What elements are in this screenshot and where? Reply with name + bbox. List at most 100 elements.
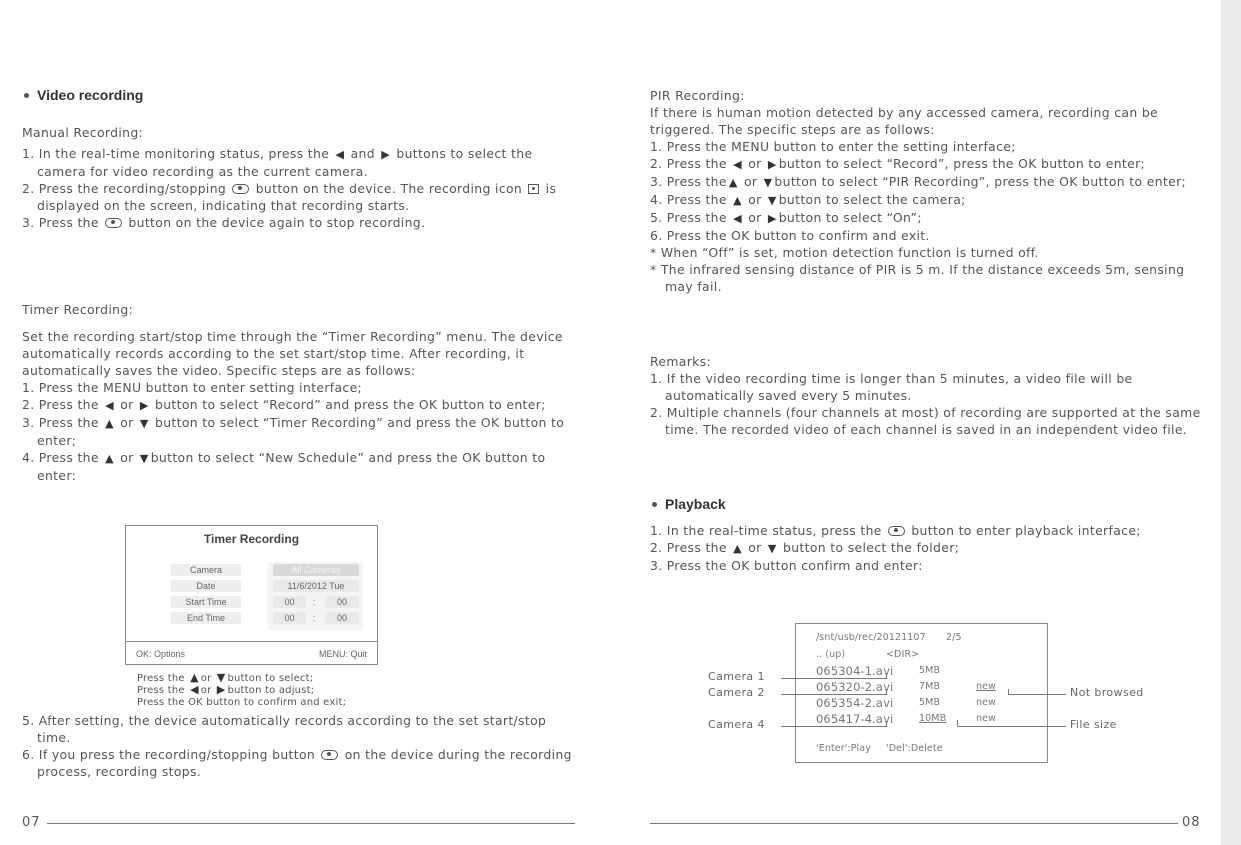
text: button to select the camera; <box>778 192 966 207</box>
up-arrow-icon: ▲ <box>733 542 742 555</box>
text: 6. Press the OK button to confirm and ex… <box>650 228 930 243</box>
footer-rule <box>47 823 575 824</box>
text: button on the device. The recording icon <box>251 181 527 196</box>
text: or <box>743 210 766 225</box>
down-arrow-icon: ▼ <box>763 176 773 189</box>
end-hour-field[interactable]: 00 <box>273 612 306 624</box>
text: button to select “On”; <box>778 210 922 225</box>
list-item: 4. Press the ▲ or ▼ button to select “New… <box>22 449 578 484</box>
remarks-list: 1. If the video recording time is longer… <box>650 370 1206 438</box>
left-arrow-icon: ◀ <box>733 212 742 225</box>
callout-camera-2: Camera 2 <box>708 686 765 699</box>
label-camera: Camera <box>171 564 241 576</box>
camera-select[interactable]: All Cameras <box>273 564 359 576</box>
left-arrow-icon: ◀ <box>335 148 345 161</box>
text: 4. Press the <box>22 450 104 465</box>
list-item: 6. If you press the recording/stopping b… <box>22 746 578 780</box>
file-row[interactable]: 065304-1.avi <box>816 664 893 678</box>
right-arrow-icon: ▶ <box>381 148 391 161</box>
up-arrow-icon: ▲ <box>728 176 738 189</box>
dialog-notes: Press the ▲ or ▼ button to select; Press th… <box>137 672 346 708</box>
right-page: PIR Recording: If there is human motion … <box>650 87 1206 574</box>
callout-file-size: File size <box>1070 718 1117 731</box>
footer-rule <box>650 823 1178 824</box>
timer-steps: 1. Press the MENU button to enter settin… <box>22 379 578 484</box>
time-separator: : <box>312 597 316 607</box>
file-size: 5MB <box>919 697 941 708</box>
start-minute-field[interactable]: 00 <box>325 596 359 608</box>
text: 2. Multiple channels (four channels at m… <box>650 405 1201 437</box>
file-row[interactable]: 065320-2.avi <box>816 680 893 694</box>
callout-not-browsed: Not browsed <box>1070 686 1144 699</box>
right-arrow-icon: ▶ <box>139 399 149 412</box>
playback-file-list: /snt/usb/rec/20121107 2/5 .. (up) <DIR> … <box>795 623 1048 763</box>
date-field[interactable]: 11/6/2012 Tue <box>273 580 359 592</box>
text: button on the device again to stop recor… <box>124 215 426 230</box>
leader-line <box>781 726 887 727</box>
leader-line <box>781 694 887 695</box>
text: button to adjust; <box>227 685 315 696</box>
list-item: 2. Press the recording/stopping button o… <box>22 180 578 214</box>
list-item: 3. Press the ▲ or ▼ button to select “PIR … <box>650 173 1206 191</box>
list-item: 2. Press the ◀ or ▶ button to select “Rec… <box>650 155 1206 173</box>
page-number-left: 07 <box>22 815 41 830</box>
pir-intro: If there is human motion detected by any… <box>650 105 1159 137</box>
right-arrow-icon: ▶ <box>216 683 226 697</box>
playback-button-icon <box>888 525 906 536</box>
text: 1. In the real-time status, press the <box>650 523 887 538</box>
leader-line <box>886 689 887 695</box>
page-number-right: 08 <box>1182 815 1201 830</box>
up-entry[interactable]: .. (up) <box>816 649 845 660</box>
leader-line <box>781 678 887 679</box>
text: Press the <box>137 672 189 684</box>
page-gutter <box>1221 0 1241 845</box>
file-size: 5MB <box>919 665 941 676</box>
file-row[interactable]: 065417-4.avi <box>816 712 893 726</box>
left-page: Video recording Manual Recording: 1. In … <box>22 87 578 484</box>
text: 2. Press the <box>650 540 732 555</box>
text: * The infrared sensing distance of PIR i… <box>650 262 1185 294</box>
text: or <box>743 192 766 207</box>
text: or <box>739 174 762 189</box>
down-arrow-icon: ▼ <box>767 542 777 555</box>
text: 1. If the video recording time is longer… <box>650 371 1133 403</box>
file-row[interactable]: 065354-2.avi <box>816 696 893 710</box>
record-button-icon <box>105 217 123 228</box>
page-indicator: 2/5 <box>946 632 962 643</box>
timer-intro: Set the recording start/stop time throug… <box>22 329 563 378</box>
section-title-video-recording: Video recording <box>22 87 578 104</box>
list-item: 2. Press the ◀ or ▶ button to select “Re… <box>22 396 578 414</box>
text: 6. If you press the recording/stopping b… <box>22 747 320 762</box>
dir-tag: <DIR> <box>886 649 920 660</box>
file-status: new <box>976 681 996 692</box>
callout-camera-4: Camera 4 <box>708 718 765 731</box>
text: 5. After setting, the device automatical… <box>22 713 547 745</box>
file-status: new <box>976 713 996 724</box>
down-arrow-icon: ▼ <box>767 194 777 207</box>
text: * When “Off” is set, motion detection fu… <box>650 245 1039 260</box>
list-item: 1. Press the MENU button to enter settin… <box>22 379 578 396</box>
label-end-time: End Time <box>171 612 241 624</box>
text: button to select “PIR Recording”, press … <box>774 174 1187 189</box>
text: or <box>743 540 766 555</box>
down-arrow-icon: ▼ <box>139 417 149 430</box>
text: 2. Press the <box>22 397 104 412</box>
callout-camera-1: Camera 1 <box>708 670 765 683</box>
text: or <box>115 415 138 430</box>
text: 3. Press the <box>22 415 104 430</box>
divider <box>126 641 377 642</box>
list-item: 1. Press the MENU button to enter the se… <box>650 138 1206 155</box>
start-hour-field[interactable]: 00 <box>273 596 306 608</box>
label-start-time: Start Time <box>171 596 241 608</box>
text: or <box>200 685 215 696</box>
list-item: 3. Press the OK button confirm and enter… <box>650 557 1206 574</box>
record-button-icon <box>321 749 339 760</box>
right-arrow-icon: ▶ <box>767 212 777 225</box>
list-item: 2. Multiple channels (four channels at m… <box>650 404 1206 438</box>
text: button to select “Record” and press the … <box>150 397 546 412</box>
leader-line <box>886 721 887 727</box>
list-item: Press the OK button to confirm and exit; <box>137 697 346 709</box>
end-minute-field[interactable]: 00 <box>325 612 359 624</box>
text: or <box>115 397 138 412</box>
list-item: 3. Press the ▲ or ▼ button to select “Ti… <box>22 414 578 449</box>
